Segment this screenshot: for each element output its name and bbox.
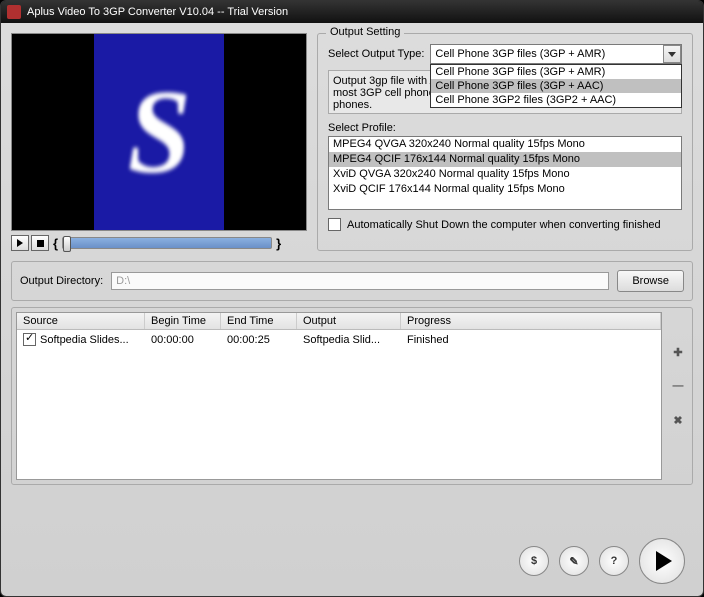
profile-item[interactable]: XviD QVGA 320x240 Normal quality 15fps M… xyxy=(329,167,681,182)
preview-letter: S xyxy=(127,63,190,201)
cell-progress: Finished xyxy=(401,333,661,347)
th-end-time[interactable]: End Time xyxy=(221,313,297,329)
output-type-option[interactable]: Cell Phone 3GP2 files (3GP2 + AAC) xyxy=(431,93,681,107)
cell-output: Softpedia Slid... xyxy=(297,333,401,347)
buy-button[interactable]: $ xyxy=(519,546,549,576)
cell-source: Softpedia Slides... xyxy=(40,334,129,346)
profile-item[interactable]: MPEG4 QCIF 176x144 Normal quality 15fps … xyxy=(329,152,681,167)
output-type-combo[interactable]: Cell Phone 3GP files (3GP + AMR) xyxy=(430,44,682,64)
th-output[interactable]: Output xyxy=(297,313,401,329)
output-type-option[interactable]: Cell Phone 3GP files (3GP + AMR) xyxy=(431,65,681,79)
output-setting-group: Output Setting Select Output Type: Cell … xyxy=(317,33,693,251)
table-row[interactable]: Softpedia Slides... 00:00:00 00:00:25 So… xyxy=(17,330,661,349)
app-icon xyxy=(7,5,21,19)
window-title: Aplus Video To 3GP Converter V10.04 -- T… xyxy=(27,6,288,18)
output-setting-legend: Output Setting xyxy=(326,26,404,38)
help-button[interactable]: ? xyxy=(599,546,629,576)
chevron-down-icon[interactable] xyxy=(663,45,681,63)
th-progress[interactable]: Progress xyxy=(401,313,661,329)
output-type-dropdown[interactable]: Cell Phone 3GP files (3GP + AMR) Cell Ph… xyxy=(430,64,682,108)
auto-shutdown-checkbox[interactable] xyxy=(328,218,341,231)
output-directory-group: Output Directory: Browse xyxy=(11,261,693,301)
dollar-icon: $ xyxy=(531,555,537,567)
clear-files-button[interactable]: ✖ xyxy=(668,410,688,430)
close-icon: ✖ xyxy=(673,414,682,427)
minus-icon: — xyxy=(673,380,684,392)
convert-button[interactable] xyxy=(639,538,685,584)
select-profile-label: Select Profile: xyxy=(328,122,682,134)
output-type-selected: Cell Phone 3GP files (3GP + AMR) xyxy=(435,48,605,60)
browse-button[interactable]: Browse xyxy=(617,270,684,292)
cell-end: 00:00:25 xyxy=(221,333,297,347)
key-icon: ✎ xyxy=(569,555,578,568)
profile-listbox[interactable]: MPEG4 QVGA 320x240 Normal quality 15fps … xyxy=(328,136,682,210)
cell-begin: 00:00:00 xyxy=(145,333,221,347)
output-type-option[interactable]: Cell Phone 3GP files (3GP + AAC) xyxy=(431,79,681,93)
table-header: Source Begin Time End Time Output Progre… xyxy=(17,313,661,330)
mark-in-bracket[interactable]: { xyxy=(51,236,60,251)
output-directory-label: Output Directory: xyxy=(20,275,103,287)
register-button[interactable]: ✎ xyxy=(559,546,589,576)
remove-file-button[interactable]: — xyxy=(668,376,688,396)
auto-shutdown-label: Automatically Shut Down the computer whe… xyxy=(347,219,661,231)
seek-thumb[interactable] xyxy=(63,236,71,252)
profile-item[interactable]: XviD QCIF 176x144 Normal quality 15fps M… xyxy=(329,182,681,197)
play-icon xyxy=(656,551,672,571)
help-icon: ? xyxy=(611,555,618,567)
file-table[interactable]: Source Begin Time End Time Output Progre… xyxy=(16,312,662,480)
add-file-button[interactable]: ✚ xyxy=(668,342,688,362)
profile-item[interactable]: MPEG4 QVGA 320x240 Normal quality 15fps … xyxy=(329,137,681,152)
play-button[interactable] xyxy=(11,235,29,251)
row-checkbox[interactable] xyxy=(23,333,36,346)
stop-button[interactable] xyxy=(31,235,49,251)
select-output-type-label: Select Output Type: xyxy=(328,48,424,60)
video-preview: S xyxy=(11,33,307,231)
output-directory-input[interactable] xyxy=(111,272,609,290)
th-begin-time[interactable]: Begin Time xyxy=(145,313,221,329)
th-source[interactable]: Source xyxy=(17,313,145,329)
titlebar[interactable]: Aplus Video To 3GP Converter V10.04 -- T… xyxy=(1,1,703,23)
mark-out-bracket[interactable]: } xyxy=(274,236,283,251)
plus-icon: ✚ xyxy=(673,346,682,359)
seek-slider[interactable] xyxy=(62,237,272,249)
